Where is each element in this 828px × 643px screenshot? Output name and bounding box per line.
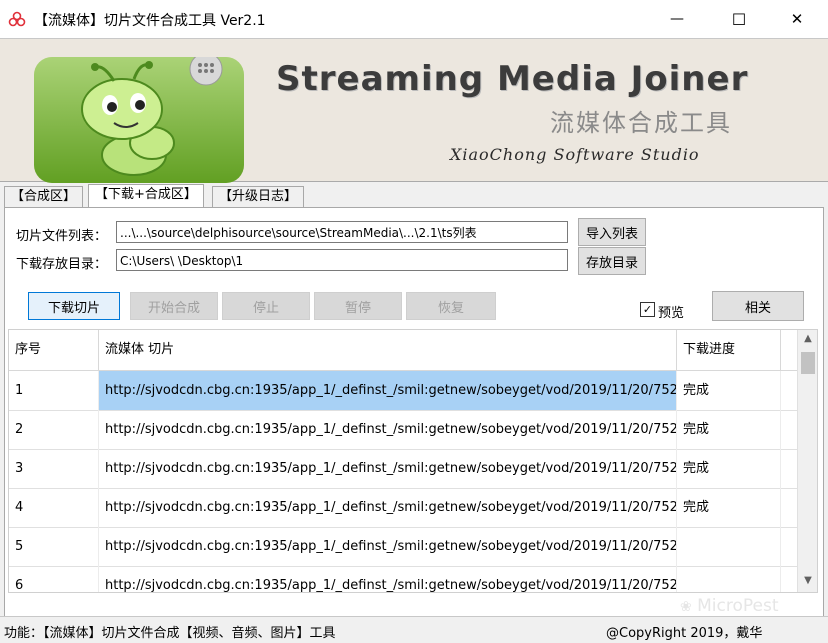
table-row[interactable]: 6 http://sjvodcdn.cbg.cn:1935/app_1/_def… (9, 566, 797, 592)
header-url[interactable]: 流媒体 切片 (99, 330, 677, 370)
wechat-icon: ❀ (680, 599, 692, 615)
table-row[interactable]: 2 http://sjvodcdn.cbg.cn:1935/app_1/_def… (9, 410, 797, 450)
row-status: 完成 (677, 371, 781, 410)
save-dir-button[interactable]: 存放目录 (578, 247, 646, 275)
status-bar: 功能：【流媒体】切片文件合成【视频、音频、图片】工具 @CopyRight 20… (0, 616, 828, 643)
download-slices-button[interactable]: 下载切片 (28, 292, 120, 320)
table-scrollbar[interactable]: ▲ ▼ (797, 330, 817, 592)
table-row[interactable]: 1 http://sjvodcdn.cbg.cn:1935/app_1/_def… (9, 371, 797, 411)
tab-merge[interactable]: 【合成区】 (4, 186, 84, 207)
row-url: http://sjvodcdn.cbg.cn:1935/app_1/_defin… (99, 449, 677, 488)
close-icon: ✕ (790, 10, 804, 28)
maximize-button[interactable]: ☐ (716, 4, 762, 34)
preview-checkbox[interactable]: ✓ (640, 302, 655, 317)
row-status: 完成 (677, 488, 781, 527)
row-url: http://sjvodcdn.cbg.cn:1935/app_1/_defin… (99, 371, 677, 410)
row-url: http://sjvodcdn.cbg.cn:1935/app_1/_defin… (99, 410, 677, 449)
watermark: ❀ MicroPest (680, 596, 779, 616)
row-status (677, 527, 781, 566)
caterpillar-logo-icon (34, 57, 244, 183)
row-status: 完成 (677, 410, 781, 449)
row-index: 5 (9, 527, 99, 566)
save-dir-label: 下载存放目录： (16, 257, 108, 272)
pause-button[interactable]: 暂停 (314, 292, 402, 320)
row-url: http://sjvodcdn.cbg.cn:1935/app_1/_defin… (99, 527, 677, 566)
stop-button[interactable]: 停止 (222, 292, 310, 320)
import-list-button[interactable]: 导入列表 (578, 218, 646, 246)
slice-table: 序号 流媒体 切片 下载进度 1 http://sjvodcdn.cbg.cn:… (8, 329, 818, 593)
table-row[interactable]: 5 http://sjvodcdn.cbg.cn:1935/app_1/_def… (9, 527, 797, 567)
preview-label: 预览 (658, 306, 685, 321)
banner-subtitle: 流媒体合成工具 (550, 109, 732, 137)
scroll-up-icon[interactable]: ▲ (798, 330, 817, 348)
banner-studio: XiaoChong Software Studio (450, 145, 700, 164)
row-url: http://sjvodcdn.cbg.cn:1935/app_1/_defin… (99, 566, 677, 592)
row-index: 6 (9, 566, 99, 592)
watermark-text: MicroPest (697, 596, 779, 616)
header-index[interactable]: 序号 (9, 330, 99, 370)
app-logo-icon (8, 11, 26, 27)
row-index: 1 (9, 371, 99, 410)
table-header: 序号 流媒体 切片 下载进度 (9, 330, 797, 371)
scroll-thumb[interactable] (801, 352, 815, 374)
title-bar: 【流媒体】切片文件合成工具 Ver2.1 — ☐ ✕ (0, 0, 828, 38)
maximize-icon: ☐ (731, 9, 747, 29)
row-index: 3 (9, 449, 99, 488)
tab-download-merge[interactable]: 【下载+合成区】 (88, 184, 204, 209)
row-status: 完成 (677, 449, 781, 488)
app-banner: Streaming Media Joiner 流媒体合成工具 XiaoChong… (0, 38, 828, 183)
table-row[interactable]: 4 http://sjvodcdn.cbg.cn:1935/app_1/_def… (9, 488, 797, 528)
start-merge-button[interactable]: 开始合成 (130, 292, 218, 320)
minimize-icon: — (670, 11, 684, 27)
close-button[interactable]: ✕ (774, 4, 820, 34)
status-right: @CopyRight 2019，戴华 (606, 626, 763, 641)
row-status (677, 566, 781, 592)
row-url: http://sjvodcdn.cbg.cn:1935/app_1/_defin… (99, 488, 677, 527)
banner-title: Streaming Media Joiner (276, 59, 749, 99)
status-left: 功能：【流媒体】切片文件合成【视频、音频、图片】工具 (4, 626, 336, 641)
header-progress[interactable]: 下载进度 (677, 330, 781, 370)
minimize-button[interactable]: — (654, 4, 700, 34)
row-index: 2 (9, 410, 99, 449)
window-title: 【流媒体】切片文件合成工具 Ver2.1 (34, 13, 266, 29)
save-dir-field[interactable]: C:\Users\ \Desktop\1 (116, 249, 568, 271)
about-button[interactable]: 相关 (712, 291, 804, 321)
slice-list-field[interactable]: ...\...\source\delphisource\source\Strea… (116, 221, 568, 243)
scroll-down-icon[interactable]: ▼ (798, 572, 817, 590)
table-row[interactable]: 3 http://sjvodcdn.cbg.cn:1935/app_1/_def… (9, 449, 797, 489)
tab-changelog[interactable]: 【升级日志】 (212, 186, 305, 207)
slice-list-label: 切片文件列表： (16, 229, 108, 244)
resume-button[interactable]: 恢复 (406, 292, 496, 320)
row-index: 4 (9, 488, 99, 527)
